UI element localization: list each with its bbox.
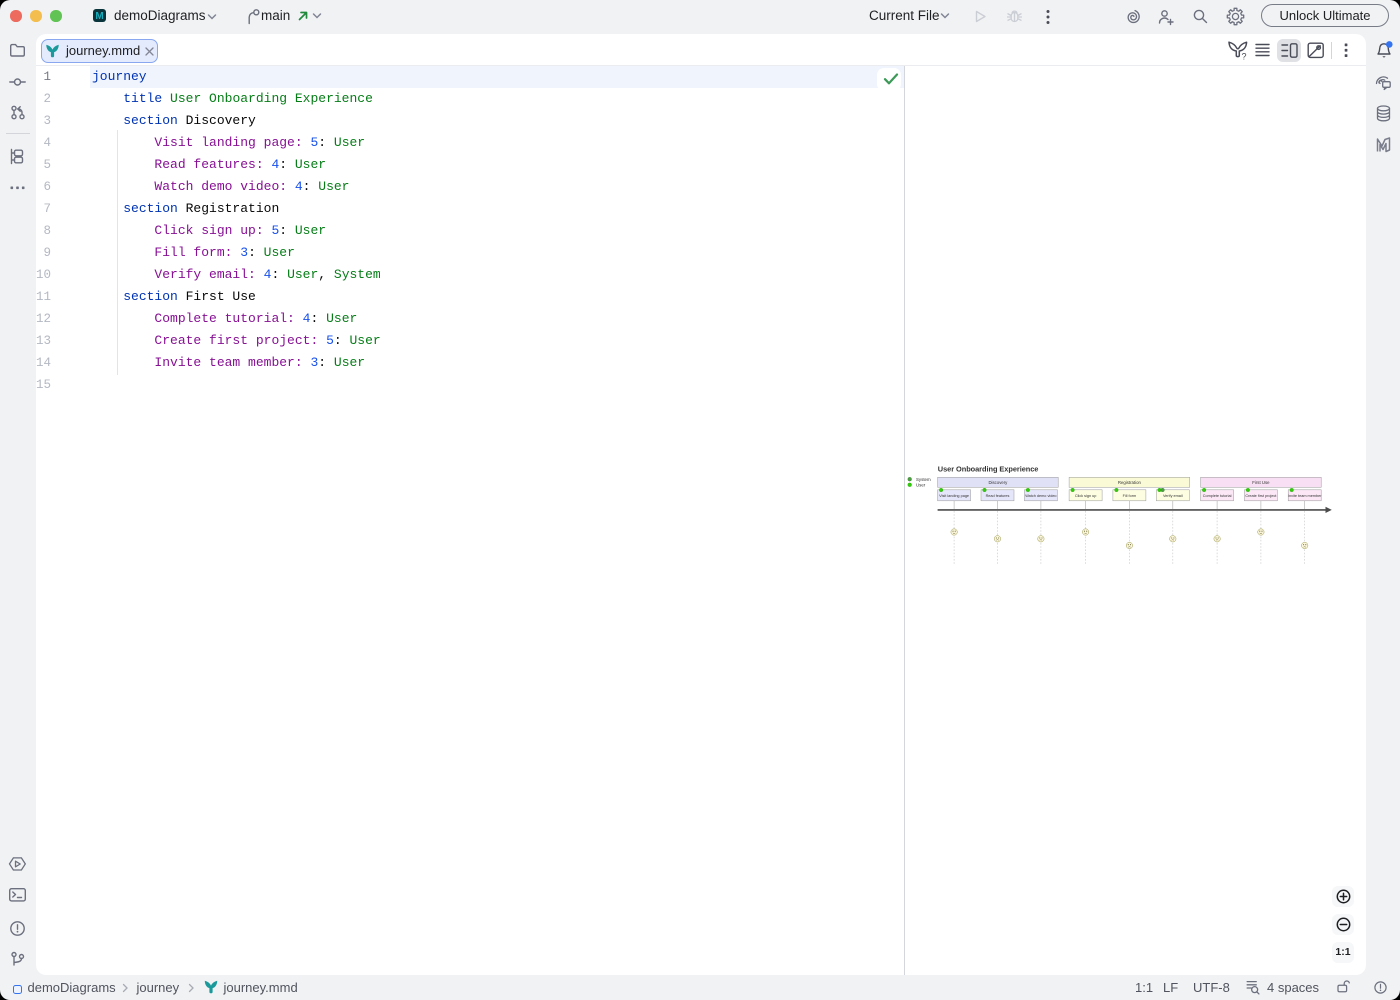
svg-text:Watch demo video: Watch demo video bbox=[1025, 494, 1056, 498]
svg-text:Complete tutorial: Complete tutorial bbox=[1203, 494, 1232, 498]
svg-text:Visit landing page: Visit landing page bbox=[939, 494, 969, 498]
svg-text:User: User bbox=[916, 482, 926, 487]
svg-text:?: ? bbox=[1242, 52, 1247, 61]
svg-text:First Use: First Use bbox=[1252, 480, 1270, 485]
svg-text:Discovery: Discovery bbox=[988, 480, 1008, 485]
svg-text:System: System bbox=[916, 477, 931, 482]
svg-text:Registration: Registration bbox=[1118, 480, 1142, 485]
svg-text:User Onboarding Experience: User Onboarding Experience bbox=[938, 464, 1039, 473]
svg-text:Verify email: Verify email bbox=[1163, 494, 1183, 498]
svg-text:Invite team member: Invite team member bbox=[1288, 494, 1322, 498]
svg-text:Read features: Read features bbox=[986, 494, 1010, 498]
svg-text:Fill form: Fill form bbox=[1123, 494, 1137, 498]
svg-text:Create first project: Create first project bbox=[1245, 494, 1277, 498]
svg-text:Click sign up: Click sign up bbox=[1075, 494, 1097, 498]
svg-text:M: M bbox=[95, 11, 103, 22]
